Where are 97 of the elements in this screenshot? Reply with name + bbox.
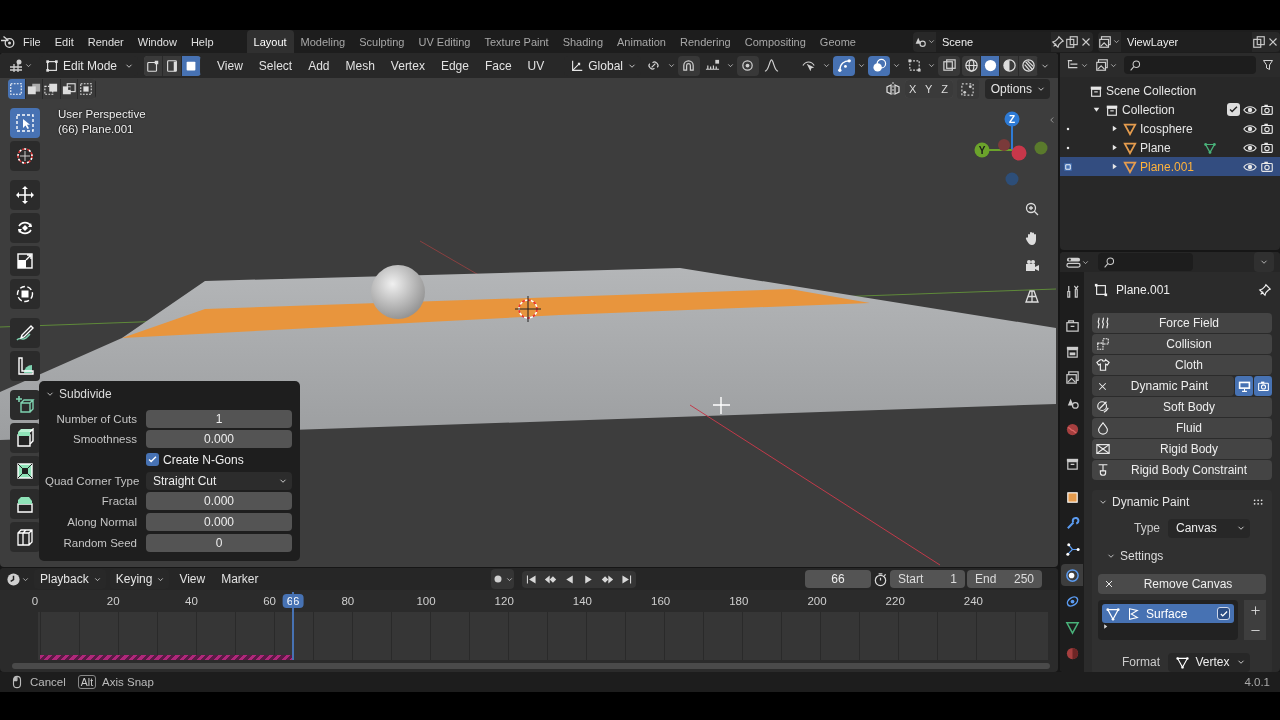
type-dropdown[interactable]: Canvas [1168, 518, 1250, 538]
tree-item-label[interactable]: Plane.001 [1140, 159, 1195, 174]
options-dropdown[interactable]: Options [984, 79, 1050, 99]
current-frame-field[interactable]: 66 [805, 570, 871, 588]
number-field[interactable]: 1 [146, 409, 292, 428]
panel-title: Subdivide [59, 387, 112, 402]
field-label: Fractal [100, 495, 137, 508]
workspace-tab[interactable]: Texture Paint [477, 30, 556, 53]
tree-item-label[interactable]: Scene Collection [1106, 83, 1197, 98]
number-field[interactable]: 0.000 [146, 492, 292, 511]
frame-number: 60 [263, 595, 276, 607]
format-dropdown[interactable]: Vertex [1168, 652, 1250, 672]
field-label: Number of Cuts [55, 412, 137, 425]
workspace-tab[interactable]: Layout [246, 30, 294, 53]
panel-title: Dynamic Paint [1112, 495, 1190, 509]
field-label: Smoothness [72, 433, 137, 446]
frame-number: 240 [963, 595, 983, 607]
frame-number: 220 [885, 595, 905, 607]
axis-label: Z [1008, 114, 1016, 125]
tree-item-label[interactable]: Plane [1140, 140, 1171, 155]
menu-item[interactable]: Face [476, 58, 520, 73]
field-label: Quad Corner Type [45, 474, 137, 487]
frame-number: 40 [185, 595, 198, 607]
checkbox-label: Create N-Gons [163, 452, 244, 467]
version-label: 4.0.1 [1244, 676, 1270, 688]
field-label: Random Seed [62, 536, 137, 549]
menu-item[interactable]: Window [130, 35, 184, 48]
view-layer-selector[interactable]: ViewLayer [1098, 31, 1280, 52]
scene-selector[interactable]: Scene [913, 31, 1093, 52]
tree-row[interactable]: Plane.001 [1060, 157, 1280, 176]
number-field[interactable]: 0 [146, 533, 292, 552]
physics-button[interactable]: Fluid [1092, 418, 1272, 438]
frame-number: 20 [106, 595, 120, 607]
menu-item[interactable]: Add [300, 58, 338, 73]
tree-row[interactable]: Collection [1060, 100, 1280, 119]
end-frame-field[interactable]: End 250 [967, 570, 1042, 588]
menu-item[interactable]: Vertex [382, 58, 433, 73]
hint-label: Axis Snap [102, 676, 154, 688]
axis-label: Y [978, 145, 986, 156]
frame-number: 0 [31, 595, 39, 607]
workspace-tab[interactable]: UV Editing [411, 30, 478, 53]
tree-item-label[interactable]: Icosphere [1140, 121, 1193, 136]
hint-label: Cancel [30, 676, 66, 688]
start-frame-field[interactable]: Start 1 [890, 570, 965, 588]
menu-item[interactable]: View [209, 58, 251, 73]
workspace-tab[interactable]: Rendering [672, 30, 738, 53]
scene-name-field[interactable]: Scene [936, 31, 1051, 52]
field-label: Type [1133, 521, 1160, 535]
remove-canvas-button[interactable]: Remove Canvas [1098, 574, 1266, 594]
field-label: Along Normal [66, 515, 137, 528]
menu-item[interactable]: Marker [215, 572, 265, 586]
number-field[interactable]: 0.000 [146, 512, 292, 531]
menu-item[interactable]: Help [183, 35, 221, 48]
tree-row[interactable]: Plane [1060, 138, 1280, 157]
tree-item-label[interactable]: Collection [1122, 102, 1175, 117]
physics-button[interactable]: Dynamic Paint [1092, 376, 1234, 396]
frame-number: 180 [729, 595, 749, 607]
menu-item[interactable]: Render [80, 35, 131, 48]
physics-button[interactable]: Force Field [1092, 313, 1272, 333]
physics-button[interactable]: Collision [1092, 334, 1272, 354]
frame-number: 100 [416, 595, 436, 607]
playhead-frame-badge[interactable]: 66 [282, 594, 304, 608]
physics-button[interactable]: Rigid Body [1092, 439, 1272, 459]
list-item[interactable]: Surface [1102, 604, 1234, 623]
menu-item[interactable]: File [16, 35, 48, 48]
frame-number: 140 [572, 595, 592, 607]
workspace-tab[interactable]: Shading [555, 30, 611, 53]
menu-item[interactable]: Edit [47, 35, 81, 48]
mirror-axis-toggle[interactable]: X [904, 80, 921, 98]
menu-item[interactable]: UV [519, 58, 553, 73]
menu-item[interactable]: Select [250, 58, 301, 73]
corner-type-dropdown[interactable]: Straight Cut [146, 471, 292, 490]
menu-item[interactable]: Mesh [337, 58, 383, 73]
workspace-tab[interactable]: Animation [610, 30, 673, 53]
key-badge: Alt [77, 675, 97, 689]
menu-item[interactable]: Edge [432, 58, 477, 73]
frame-number: 160 [651, 595, 671, 607]
physics-button[interactable]: Cloth [1092, 355, 1272, 375]
physics-button[interactable]: Soft Body [1092, 397, 1272, 417]
frame-number: 80 [341, 595, 355, 607]
view-name-label: User Perspective [58, 108, 146, 120]
workspace-tab[interactable]: Sculpting [352, 30, 412, 53]
frame-number: 200 [807, 595, 827, 607]
number-field[interactable]: 0.000 [146, 430, 292, 449]
menu-item[interactable]: View [173, 572, 212, 586]
tree-row[interactable]: Icosphere [1060, 119, 1280, 138]
field-label: Format [1121, 655, 1160, 669]
view-layer-name-field[interactable]: ViewLayer [1121, 31, 1252, 52]
workspace-tab[interactable]: Compositing [737, 30, 813, 53]
workspace-tab[interactable]: Geome [812, 30, 863, 53]
navigation-gizmo[interactable]: Z Y [972, 108, 1052, 192]
subpanel-title: Settings [1120, 549, 1164, 563]
frame-number: 120 [494, 595, 514, 607]
workspace-tab[interactable]: Modeling [293, 30, 353, 53]
physics-button[interactable]: Rigid Body Constraint [1092, 460, 1272, 480]
object-info-label: (66) Plane.001 [58, 123, 135, 135]
object-name: Plane.001 [1116, 283, 1171, 297]
